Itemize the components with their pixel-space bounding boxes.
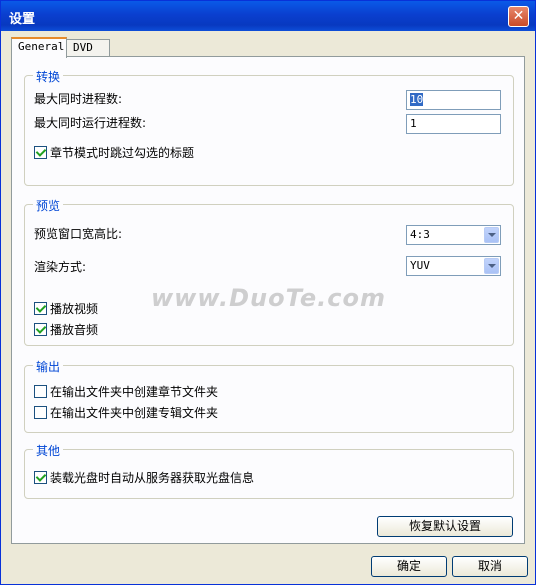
close-button[interactable]: ✕ <box>508 6 529 27</box>
group-output: 输出 在输出文件夹中创建章节文件夹 在输出文件夹中创建专辑文件夹 <box>24 358 514 433</box>
max-running-input[interactable]: 1 <box>406 114 501 134</box>
cancel-button[interactable]: 取消 <box>452 556 528 577</box>
group-title-preview: 预览 <box>33 197 64 214</box>
watermark: www.DuoTe.com <box>151 284 386 312</box>
aspect-ratio-label: 预览窗口宽高比: <box>34 227 123 241</box>
max-processes-input[interactable]: 10 <box>406 90 501 110</box>
play-video-checkbox[interactable]: 播放视频 <box>34 300 98 317</box>
checkbox-checked-icon <box>34 146 47 159</box>
chevron-down-icon[interactable] <box>484 227 499 243</box>
checkbox-checked-icon <box>34 471 47 484</box>
title-bar[interactable]: 设置 ✕ <box>1 1 535 31</box>
aspect-ratio-select[interactable]: 4:3 <box>406 225 501 245</box>
group-title-convert: 转换 <box>33 68 64 85</box>
checkbox-unchecked-icon <box>34 406 47 419</box>
group-preview: 预览 预览窗口宽高比: 4:3 渲染方式: YUV 播放视频 播放音频 <box>24 197 514 346</box>
max-processes-label: 最大同时进程数: <box>34 92 123 106</box>
play-audio-checkbox[interactable]: 播放音频 <box>34 321 98 338</box>
auto-fetch-checkbox[interactable]: 装载光盘时自动从服务器获取光盘信息 <box>34 469 254 486</box>
chevron-down-icon[interactable] <box>484 258 499 274</box>
render-mode-label: 渲染方式: <box>34 260 87 274</box>
group-title-output: 输出 <box>33 358 64 375</box>
ok-button[interactable]: 确定 <box>371 556 447 577</box>
checkbox-unchecked-icon <box>34 385 47 398</box>
group-other: 其他 装载光盘时自动从服务器获取光盘信息 <box>24 442 514 499</box>
checkbox-checked-icon <box>34 302 47 315</box>
settings-dialog: 设置 ✕ General DVD 转换 最大同时进程数: 10 最大同时运行进程… <box>0 0 536 585</box>
checkbox-checked-icon <box>34 323 47 336</box>
restore-defaults-button[interactable]: 恢复默认设置 <box>377 516 513 537</box>
tab-dvd[interactable]: DVD <box>66 39 110 57</box>
group-title-other: 其他 <box>33 442 64 459</box>
close-icon: ✕ <box>512 8 525 24</box>
skip-titles-checkbox[interactable]: 章节模式时跳过勾选的标题 <box>34 144 194 161</box>
group-convert: 转换 最大同时进程数: 10 最大同时运行进程数: 1 章节模式时跳过勾选的标题 <box>24 68 514 186</box>
chapter-folder-checkbox[interactable]: 在输出文件夹中创建章节文件夹 <box>34 383 218 400</box>
window-title: 设置 <box>9 12 36 27</box>
max-running-label: 最大同时运行进程数: <box>34 116 147 130</box>
render-mode-select[interactable]: YUV <box>406 256 501 276</box>
album-folder-checkbox[interactable]: 在输出文件夹中创建专辑文件夹 <box>34 404 218 421</box>
tab-general[interactable]: General <box>11 37 67 58</box>
